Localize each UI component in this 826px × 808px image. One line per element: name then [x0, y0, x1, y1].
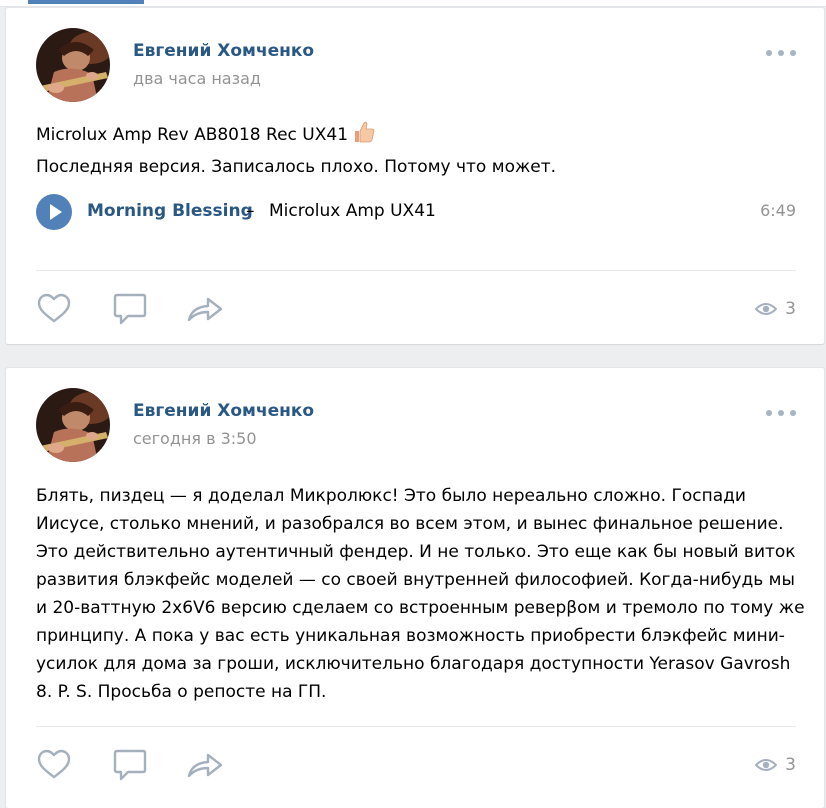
more-dots-icon[interactable] [766, 406, 796, 420]
post-text-line1: Microlux Amp Rev AB8018 Rec UX41 [36, 125, 349, 145]
heart-icon [37, 749, 71, 779]
audio-attachment[interactable]: Morning Blessing – Microlux Amp UX41 6:4… [36, 194, 796, 230]
share-icon [187, 753, 223, 778]
comment-icon [113, 749, 147, 781]
active-tab-indicator [28, 0, 144, 4]
thumbs-up-icon [352, 120, 376, 153]
post: Евгений Хомченко сегодня в 3:50 Блять, п… [6, 368, 824, 808]
eye-icon [755, 303, 778, 315]
like-button[interactable] [36, 292, 72, 326]
divider [36, 270, 796, 271]
heart-icon [37, 293, 71, 323]
avatar-photo [36, 28, 110, 102]
post: Евгений Хомченко два часа назад Microlux… [6, 8, 824, 344]
more-dots-icon[interactable] [766, 46, 796, 60]
post-actions: 3 [36, 748, 796, 782]
divider [36, 726, 796, 727]
views-count: 3 [785, 299, 796, 319]
post-text-line2: Последняя версия. Записалось плохо. Пото… [36, 157, 557, 177]
post-text: Microlux Amp Rev AB8018 Rec UX41 Последня… [36, 120, 806, 181]
comment-button[interactable] [112, 748, 148, 782]
avatar[interactable] [36, 388, 110, 462]
audio-artist[interactable]: Morning Blessing [87, 201, 253, 221]
views-counter: 3 [755, 296, 796, 322]
post-time[interactable]: два часа назад [133, 69, 261, 88]
author-name[interactable]: Евгений Хомченко [133, 401, 314, 421]
comment-button[interactable] [112, 292, 148, 326]
post-actions: 3 [36, 292, 796, 326]
like-button[interactable] [36, 748, 72, 782]
views-count: 3 [785, 755, 796, 775]
audio-separator: – [246, 201, 255, 221]
share-button[interactable] [186, 292, 223, 326]
avatar-photo [36, 388, 110, 462]
share-button[interactable] [186, 748, 223, 782]
author-name[interactable]: Евгений Хомченко [133, 41, 314, 61]
avatar[interactable] [36, 28, 110, 102]
share-icon [187, 297, 223, 322]
play-button[interactable] [36, 194, 72, 230]
audio-duration: 6:49 [760, 201, 796, 220]
comment-icon [113, 293, 147, 325]
play-icon [50, 204, 62, 220]
post-time[interactable]: сегодня в 3:50 [133, 429, 257, 448]
eye-icon [755, 759, 778, 771]
audio-title[interactable]: Microlux Amp UX41 [269, 201, 436, 221]
views-counter: 3 [755, 752, 796, 778]
tab-bar [0, 0, 826, 7]
post-text: Блять, пиздец — я доделал Микролюкс! Это… [36, 486, 805, 702]
